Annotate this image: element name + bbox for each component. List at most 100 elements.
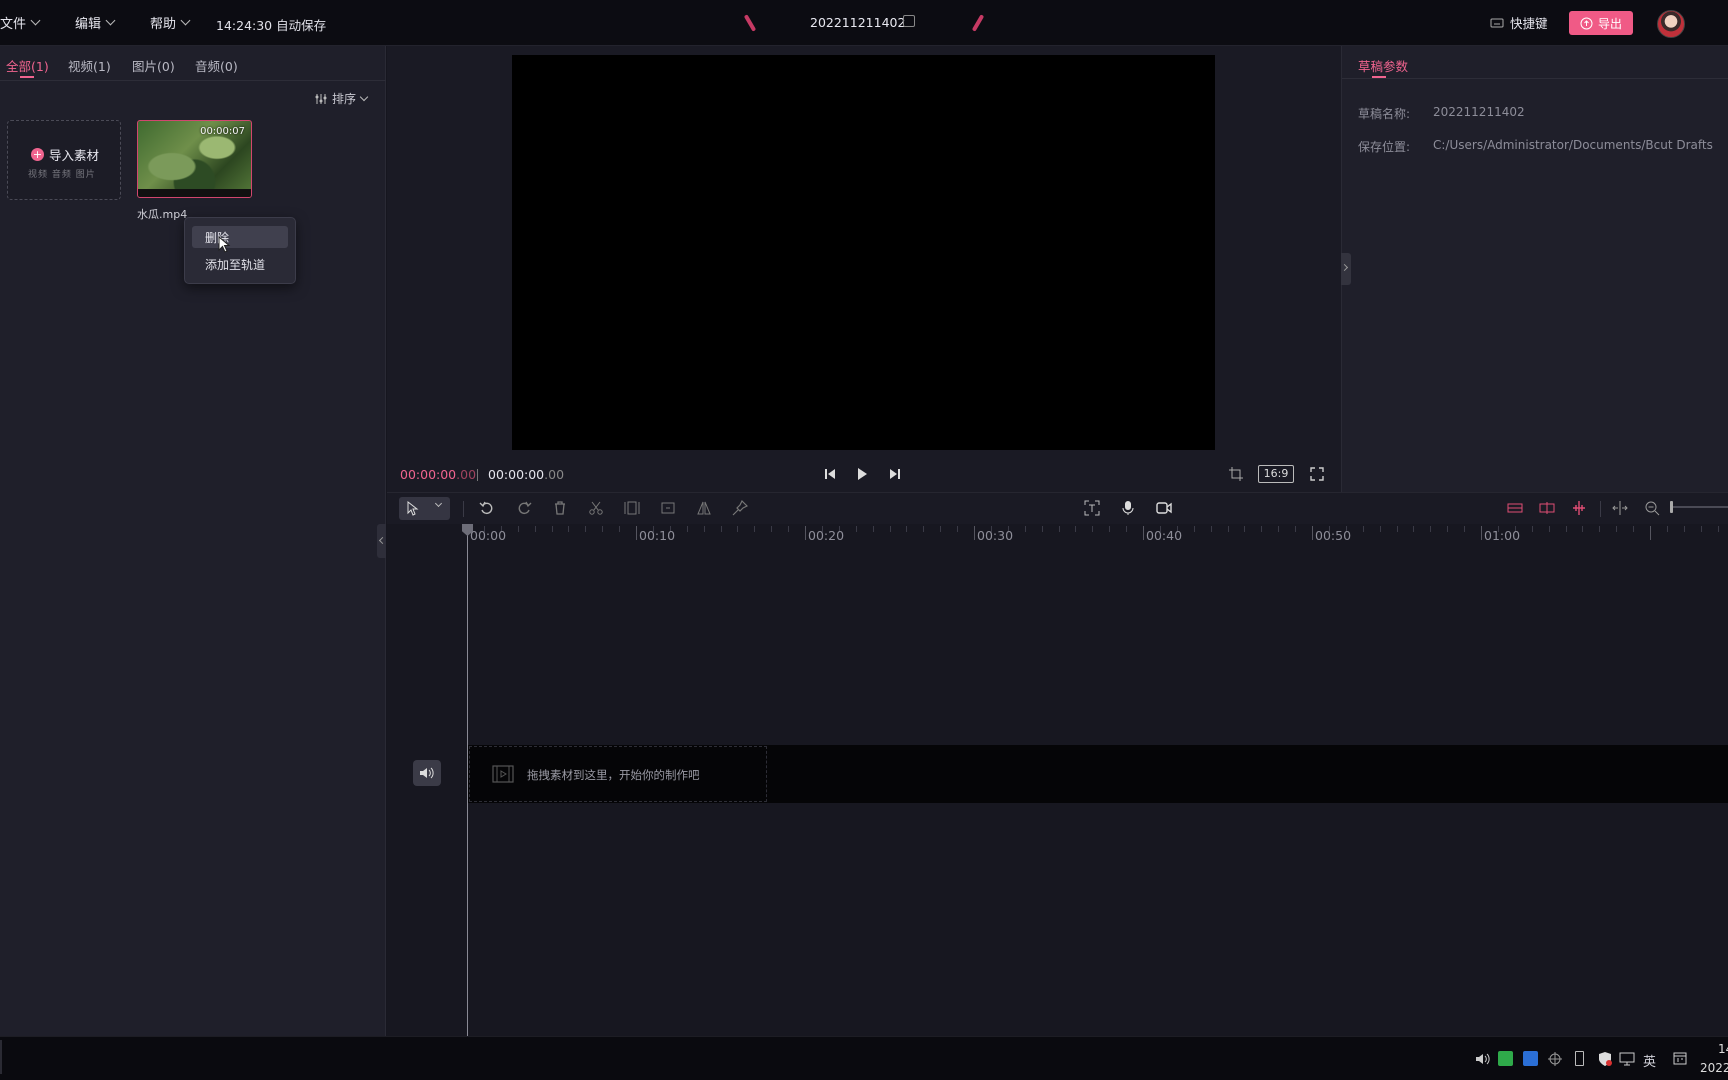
ruler-tick (1379, 526, 1381, 532)
ruler-tick (737, 526, 739, 532)
shield-tray-icon[interactable] (1597, 1051, 1613, 1067)
sort-button[interactable]: 排序 (315, 90, 369, 107)
ruler-tick (1565, 526, 1567, 532)
zoom-slider[interactable] (1670, 501, 1728, 513)
usb-tray-icon[interactable] (1575, 1051, 1584, 1066)
save-path-value: C:/Users/Administrator/Documents/Bcut Dr… (1433, 138, 1713, 152)
wechat-tray-icon[interactable] (1498, 1051, 1513, 1066)
auto-caption-icon[interactable] (1084, 500, 1100, 516)
skip-forward-icon[interactable] (889, 468, 901, 480)
menu-help-label: 帮助 (150, 17, 177, 32)
zoom-slider-handle[interactable] (1670, 501, 1673, 513)
tab-video[interactable]: 视频(1) (68, 56, 111, 75)
ruler-tick (1362, 526, 1364, 532)
draft-params-panel: 草稿参数 草稿名称: 202211211402 保存位置: C:/Users/A… (1341, 46, 1728, 492)
mirror-icon[interactable] (696, 500, 712, 516)
import-media-card[interactable]: + 导入素材 视频 音频 图片 (7, 120, 121, 200)
player-controls: 00:00:00.00 00:00:00.00 (387, 458, 1341, 492)
upload-icon (1580, 17, 1593, 29)
select-tool-button[interactable] (399, 497, 450, 520)
undo-icon[interactable] (479, 500, 495, 516)
shortcut-button[interactable]: 快捷键 (1490, 13, 1548, 32)
timeline-ruler[interactable]: 00:00 00:10 00:20 00:30 00:40 00:50 01:00 (467, 524, 1728, 548)
menu-help[interactable]: 帮助 (150, 13, 191, 32)
redo-icon[interactable] (516, 500, 532, 516)
display-tray-icon[interactable] (1619, 1051, 1635, 1067)
speaker-icon (420, 767, 434, 779)
trim-icon[interactable] (624, 500, 640, 516)
volume-icon[interactable] (1475, 1052, 1491, 1066)
current-time: 00:00:00 (400, 467, 457, 482)
calendar-tray-icon[interactable] (1673, 1051, 1687, 1065)
ruler-tick (1058, 526, 1060, 532)
menu-file[interactable]: 文件 (0, 13, 41, 32)
export-label: 导出 (1597, 16, 1622, 31)
app-tray-icon[interactable] (1523, 1051, 1538, 1066)
ruler-tick (703, 526, 705, 532)
zoom-out-icon[interactable] (1644, 500, 1660, 516)
tab-draft-params[interactable]: 草稿参数 (1358, 56, 1408, 75)
ruler-tick (1210, 526, 1212, 532)
play-icon[interactable] (858, 468, 867, 480)
fullscreen-icon[interactable] (1310, 467, 1324, 481)
ruler-tick (940, 526, 942, 532)
ruler-tick (551, 526, 553, 532)
tab-image[interactable]: 图片(0) (132, 56, 175, 75)
tab-audio[interactable]: 音频(0) (195, 56, 238, 75)
divider (463, 501, 464, 517)
ruler-tick (1616, 526, 1618, 532)
aspect-ratio-button[interactable]: 16:9 (1258, 465, 1294, 483)
divider (1342, 78, 1728, 79)
network-tray-icon[interactable] (1547, 1051, 1563, 1067)
ruler-tick (568, 526, 570, 532)
timecode-divider (477, 469, 478, 481)
split-icon[interactable] (588, 500, 604, 516)
drop-zone[interactable]: 拖拽素材到这里，开始你的制作吧 (469, 746, 767, 802)
crop-icon[interactable] (1229, 467, 1243, 481)
collapse-left-panel-button[interactable] (377, 524, 387, 558)
project-title[interactable]: 202211211402 (810, 15, 905, 30)
film-icon (492, 765, 514, 783)
ime-indicator[interactable]: 英 (1643, 1051, 1656, 1070)
pin-icon[interactable] (732, 500, 748, 516)
menu-item-add-to-track[interactable]: 添加至轨道 (205, 256, 265, 273)
ruler-label: 01:00 (1484, 528, 1521, 543)
ruler-tick (1582, 526, 1584, 532)
collapse-right-panel-button[interactable] (1340, 253, 1351, 285)
save-path-label: 保存位置: (1358, 140, 1411, 154)
ruler-tick (602, 526, 604, 532)
mute-track-button[interactable] (413, 760, 441, 786)
clock-time: 14 (1718, 1042, 1728, 1056)
edit-title-icon[interactable] (903, 15, 915, 27)
current-frames: .00 (456, 467, 477, 482)
delete-icon[interactable] (552, 500, 568, 516)
taskbar-edge (0, 1040, 2, 1074)
avatar[interactable] (1657, 10, 1685, 38)
ruler-tick (771, 526, 773, 532)
ruler-tick (1244, 526, 1246, 532)
video-player[interactable] (512, 55, 1215, 450)
menu-edit[interactable]: 编辑 (75, 13, 116, 32)
linkage-icon[interactable] (1539, 500, 1555, 516)
ruler-tick (1227, 526, 1229, 532)
microphone-icon[interactable] (1120, 500, 1136, 516)
tab-all[interactable]: 全部(1) (6, 56, 49, 75)
ruler-tick (872, 526, 874, 532)
title-decoration-left (743, 14, 757, 32)
ruler-tick (1481, 526, 1482, 540)
chevron-down-icon (30, 15, 41, 26)
fit-timeline-icon[interactable] (1612, 500, 1628, 516)
media-clip-thumbnail[interactable]: 00:00:07 (137, 120, 252, 198)
current-timecode: 00:00:00.00 (400, 467, 476, 482)
playhead[interactable] (467, 524, 468, 1036)
freeze-frame-icon[interactable] (660, 500, 676, 516)
ruler-tick (1531, 526, 1533, 532)
os-taskbar (0, 1036, 1728, 1080)
ruler-label: 00:30 (977, 528, 1014, 543)
ruler-tick (1109, 526, 1111, 532)
export-button[interactable]: 导出 (1569, 11, 1633, 35)
camera-record-icon[interactable] (1156, 500, 1172, 516)
skip-back-icon[interactable] (824, 468, 836, 480)
snap-main-track-icon[interactable] (1507, 500, 1523, 516)
audio-snap-icon[interactable] (1571, 500, 1587, 516)
